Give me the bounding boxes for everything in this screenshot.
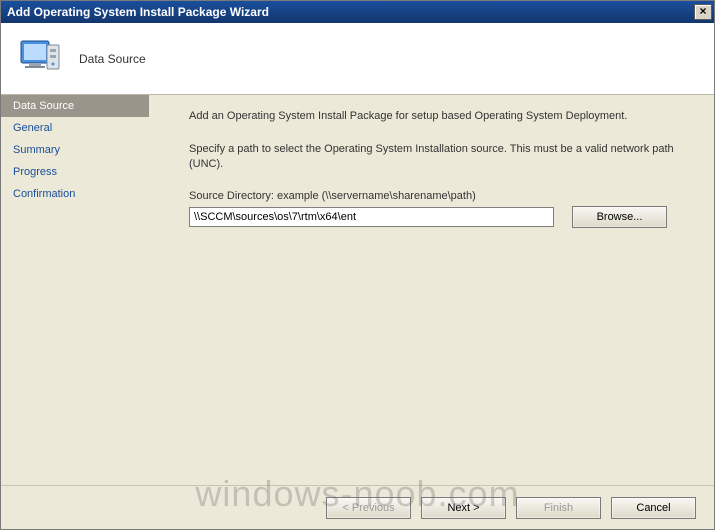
sidebar-item-label: Confirmation bbox=[13, 188, 75, 200]
wizard-steps-sidebar: Data Source General Summary Progress Con… bbox=[1, 95, 149, 485]
banner: Data Source bbox=[1, 23, 714, 95]
cancel-button[interactable]: Cancel bbox=[611, 497, 696, 519]
sidebar-item-data-source[interactable]: Data Source bbox=[1, 95, 149, 117]
browse-button-label: Browse... bbox=[597, 211, 643, 223]
close-icon: × bbox=[699, 4, 706, 18]
sidebar-item-label: General bbox=[13, 122, 52, 134]
instruction-text: Specify a path to select the Operating S… bbox=[189, 142, 694, 172]
computer-icon bbox=[17, 35, 65, 83]
body-area: Data Source General Summary Progress Con… bbox=[1, 95, 714, 485]
finish-button-label: Finish bbox=[544, 502, 573, 514]
wizard-window: Add Operating System Install Package Wiz… bbox=[0, 0, 715, 530]
intro-text: Add an Operating System Install Package … bbox=[189, 109, 694, 124]
source-path-row: Browse... bbox=[189, 206, 694, 228]
sidebar-item-confirmation[interactable]: Confirmation bbox=[1, 183, 149, 205]
source-directory-input[interactable] bbox=[189, 207, 554, 227]
wizard-button-bar: < Previous Next > Finish Cancel bbox=[1, 485, 714, 529]
sidebar-item-progress[interactable]: Progress bbox=[1, 161, 149, 183]
next-button-label: Next > bbox=[447, 502, 479, 514]
source-directory-label: Source Directory: example (\\servername\… bbox=[189, 190, 694, 202]
close-button[interactable]: × bbox=[694, 4, 712, 20]
previous-button-label: < Previous bbox=[342, 502, 394, 514]
sidebar-item-general[interactable]: General bbox=[1, 117, 149, 139]
browse-button[interactable]: Browse... bbox=[572, 206, 667, 228]
titlebar: Add Operating System Install Package Wiz… bbox=[1, 1, 714, 23]
window-title: Add Operating System Install Package Wiz… bbox=[7, 5, 269, 19]
finish-button: Finish bbox=[516, 497, 601, 519]
sidebar-item-summary[interactable]: Summary bbox=[1, 139, 149, 161]
next-button[interactable]: Next > bbox=[421, 497, 506, 519]
sidebar-item-label: Progress bbox=[13, 166, 57, 178]
content-pane: Add an Operating System Install Package … bbox=[149, 95, 714, 485]
previous-button: < Previous bbox=[326, 497, 411, 519]
cancel-button-label: Cancel bbox=[636, 502, 670, 514]
sidebar-item-label: Summary bbox=[13, 144, 60, 156]
page-title: Data Source bbox=[79, 52, 146, 66]
sidebar-item-label: Data Source bbox=[13, 100, 74, 112]
